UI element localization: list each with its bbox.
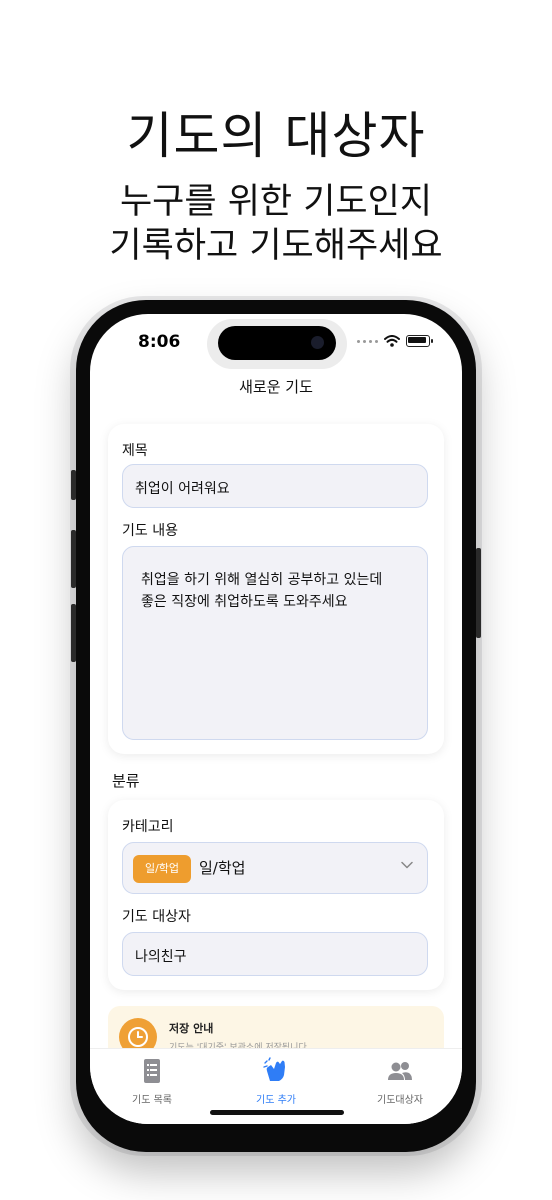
target-field-value: 나의친구 <box>135 949 187 965</box>
save-notice-title: 저장 안내 <box>169 1022 214 1035</box>
tab-prayer-list-label: 기도 목록 <box>132 1095 172 1106</box>
category-select[interactable]: 일/학업 일/학업 <box>122 842 428 894</box>
chevron-down-icon <box>401 861 413 869</box>
praying-hands-icon <box>263 1057 285 1081</box>
category-chip: 일/학업 <box>133 855 191 883</box>
tab-add-prayer-label: 기도 추가 <box>256 1095 296 1106</box>
tab-prayer-targets[interactable]: 기도대상자 <box>338 1057 462 1106</box>
tab-prayer-targets-label: 기도대상자 <box>377 1095 423 1106</box>
classification-card: 카테고리 일/학업 일/학업 기도 대상자 나의친구 <box>108 800 444 990</box>
phone-screen: 8:06 새로운 기도 제목 취업이 어려워요 기도 내용 취업을 하기 위해 … <box>90 314 462 1124</box>
content-textarea-value: 취업을 하기 위해 열심히 공부하고 있는데 좋은 직장에 취업하도록 도와주세… <box>141 572 383 610</box>
nav-title: 새로운 기도 <box>239 378 313 396</box>
classification-section-label: 분류 <box>112 772 140 790</box>
title-field-value: 취업이 어려워요 <box>135 481 230 497</box>
camera-icon <box>311 336 324 349</box>
wifi-icon <box>384 335 400 347</box>
promo-page: 기도의 대상자 누구를 위한 기도인지 기록하고 기도해주세요 8:06 새로운… <box>0 0 552 1200</box>
volume-up-button <box>71 530 76 588</box>
content-textarea[interactable]: 취업을 하기 위해 열심히 공부하고 있는데 좋은 직장에 취업하도록 도와주세… <box>122 546 428 740</box>
target-label: 기도 대상자 <box>122 909 191 925</box>
category-select-value: 일/학업 <box>199 859 246 877</box>
people-icon <box>388 1062 412 1080</box>
status-icons <box>357 335 433 347</box>
list-icon <box>144 1059 160 1083</box>
home-indicator <box>210 1110 344 1115</box>
tab-prayer-list[interactable]: 기도 목록 <box>90 1057 214 1106</box>
headline-subtitle-line1: 누구를 위한 기도인지 <box>119 182 433 222</box>
headline-subtitle-line2: 기록하고 기도해주세요 <box>109 226 443 266</box>
target-field[interactable]: 나의친구 <box>122 932 428 976</box>
prayer-form-card: 제목 취업이 어려워요 기도 내용 취업을 하기 위해 열심히 공부하고 있는데… <box>108 424 444 754</box>
mute-switch <box>71 470 76 500</box>
volume-down-button <box>71 604 76 662</box>
title-label: 제목 <box>122 443 148 459</box>
content-label: 기도 내용 <box>122 523 178 539</box>
headline-title: 기도의 대상자 <box>126 107 426 165</box>
power-button <box>476 548 481 638</box>
dynamic-island <box>218 326 336 360</box>
headline-subtitle: 누구를 위한 기도인지 기록하고 기도해주세요 <box>0 180 552 268</box>
tab-add-prayer[interactable]: 기도 추가 <box>214 1057 338 1106</box>
headline: 기도의 대상자 누구를 위한 기도인지 기록하고 기도해주세요 <box>0 104 552 268</box>
category-label: 카테고리 <box>122 819 174 835</box>
title-field[interactable]: 취업이 어려워요 <box>122 464 428 508</box>
battery-icon <box>406 335 433 347</box>
status-time: 8:06 <box>138 332 181 352</box>
signal-dots-icon <box>357 339 378 343</box>
